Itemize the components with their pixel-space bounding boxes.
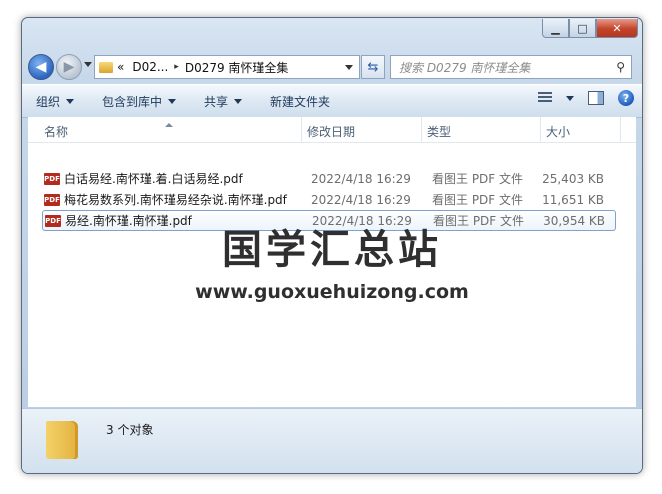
chevron-down-icon: [234, 98, 243, 104]
file-name[interactable]: 梅花易数系列.南怀瑾易经杂说.南怀瑾.pdf: [64, 191, 316, 208]
column-header-type[interactable]: 类型: [427, 123, 451, 140]
pdf-icon: PDF: [44, 172, 60, 185]
watermark: 国学汇总站 www.guoxuehuizong.com: [28, 217, 636, 303]
refresh-icon[interactable]: ⇆: [361, 55, 385, 79]
watermark-url: www.guoxuehuizong.com: [195, 281, 469, 303]
toolbar-right: ?: [538, 90, 634, 106]
column-divider[interactable]: [301, 117, 302, 142]
file-type: 看图王 PDF 文件: [432, 172, 524, 186]
caption-buttons: ▁ □ ✕: [542, 19, 638, 38]
back-arrow-icon[interactable]: ◀: [28, 54, 54, 80]
column-header-size[interactable]: 大小: [546, 123, 570, 140]
column-headers: 名称 修改日期 类型 大小: [28, 117, 636, 143]
breadcrumb-current[interactable]: D0279 南怀瑾全集: [185, 59, 289, 76]
share-label: 共享: [204, 94, 229, 109]
organize-button[interactable]: 组织: [22, 93, 88, 110]
item-count: 3 个对象: [106, 423, 154, 437]
address-bar[interactable]: « D02... ▸ D0279 南怀瑾全集: [94, 55, 360, 79]
include-in-library-button[interactable]: 包含到库中: [88, 93, 190, 110]
navigation-bar: ◀ ▶ « D02... ▸ D0279 南怀瑾全集 ⇆ 搜索 D0279 南怀…: [28, 52, 636, 82]
column-divider[interactable]: [620, 117, 621, 142]
folder-icon: [99, 61, 113, 73]
command-bar: 组织 包含到库中 共享 新建文件夹 ?: [22, 84, 642, 118]
new-folder-button[interactable]: 新建文件夹: [256, 93, 344, 110]
new-folder-label: 新建文件夹: [270, 94, 331, 109]
file-size: 11,651 KB: [542, 192, 604, 207]
file-type: 看图王 PDF 文件: [432, 193, 524, 207]
search-icon[interactable]: ⚲: [616, 60, 625, 74]
column-header-name[interactable]: 名称: [44, 123, 68, 140]
chevron-down-icon: [168, 98, 177, 104]
pdf-icon: PDF: [44, 193, 60, 206]
sort-ascending-icon: [165, 123, 173, 127]
breadcrumb-parent[interactable]: D02...: [132, 60, 168, 74]
address-dropdown-icon[interactable]: [345, 64, 353, 70]
forward-arrow-icon[interactable]: ▶: [56, 54, 82, 80]
file-row[interactable]: PDF 梅花易数系列.南怀瑾易经杂说.南怀瑾.pdf 2022/4/18 16:…: [42, 190, 614, 209]
maximize-button[interactable]: □: [569, 19, 596, 38]
view-dropdown-icon[interactable]: [566, 95, 574, 101]
watermark-title: 国学汇总站: [222, 227, 442, 273]
breadcrumb-separator-icon[interactable]: ▸: [174, 62, 179, 72]
view-options-icon[interactable]: [538, 92, 552, 104]
explorer-window: ▁ □ ✕ ◀ ▶ « D02... ▸ D0279 南怀瑾全集 ⇆ 搜索 D0…: [21, 17, 643, 474]
folder-icon: [46, 421, 78, 459]
recent-pages-dropdown-icon[interactable]: [84, 62, 92, 67]
file-date: 2022/4/18 16:29: [311, 171, 411, 186]
file-size: 25,403 KB: [542, 171, 604, 186]
help-icon[interactable]: ?: [618, 90, 634, 106]
close-button[interactable]: ✕: [596, 19, 638, 38]
column-divider[interactable]: [421, 117, 422, 142]
file-name[interactable]: 白话易经.南怀瑾.着.白话易经.pdf: [64, 170, 316, 187]
file-list: 名称 修改日期 类型 大小 PDF 白话易经.南怀瑾.着.白话易经.pdf 20…: [28, 117, 636, 407]
preview-pane-icon[interactable]: [588, 91, 604, 105]
file-date: 2022/4/18 16:29: [311, 192, 411, 207]
details-pane: 3 个对象: [22, 408, 642, 473]
organize-label: 组织: [36, 94, 61, 109]
include-in-library-label: 包含到库中: [102, 94, 163, 109]
chevron-down-icon: [66, 98, 75, 104]
minimize-button[interactable]: ▁: [542, 19, 569, 38]
column-divider[interactable]: [540, 117, 541, 142]
share-button[interactable]: 共享: [190, 93, 256, 110]
search-input[interactable]: 搜索 D0279 南怀瑾全集: [399, 59, 530, 76]
search-box[interactable]: 搜索 D0279 南怀瑾全集 ⚲: [390, 55, 632, 79]
file-row[interactable]: PDF 白话易经.南怀瑾.着.白话易经.pdf 2022/4/18 16:29 …: [42, 169, 614, 188]
column-header-date[interactable]: 修改日期: [307, 123, 355, 140]
address-chevron[interactable]: «: [117, 60, 124, 74]
